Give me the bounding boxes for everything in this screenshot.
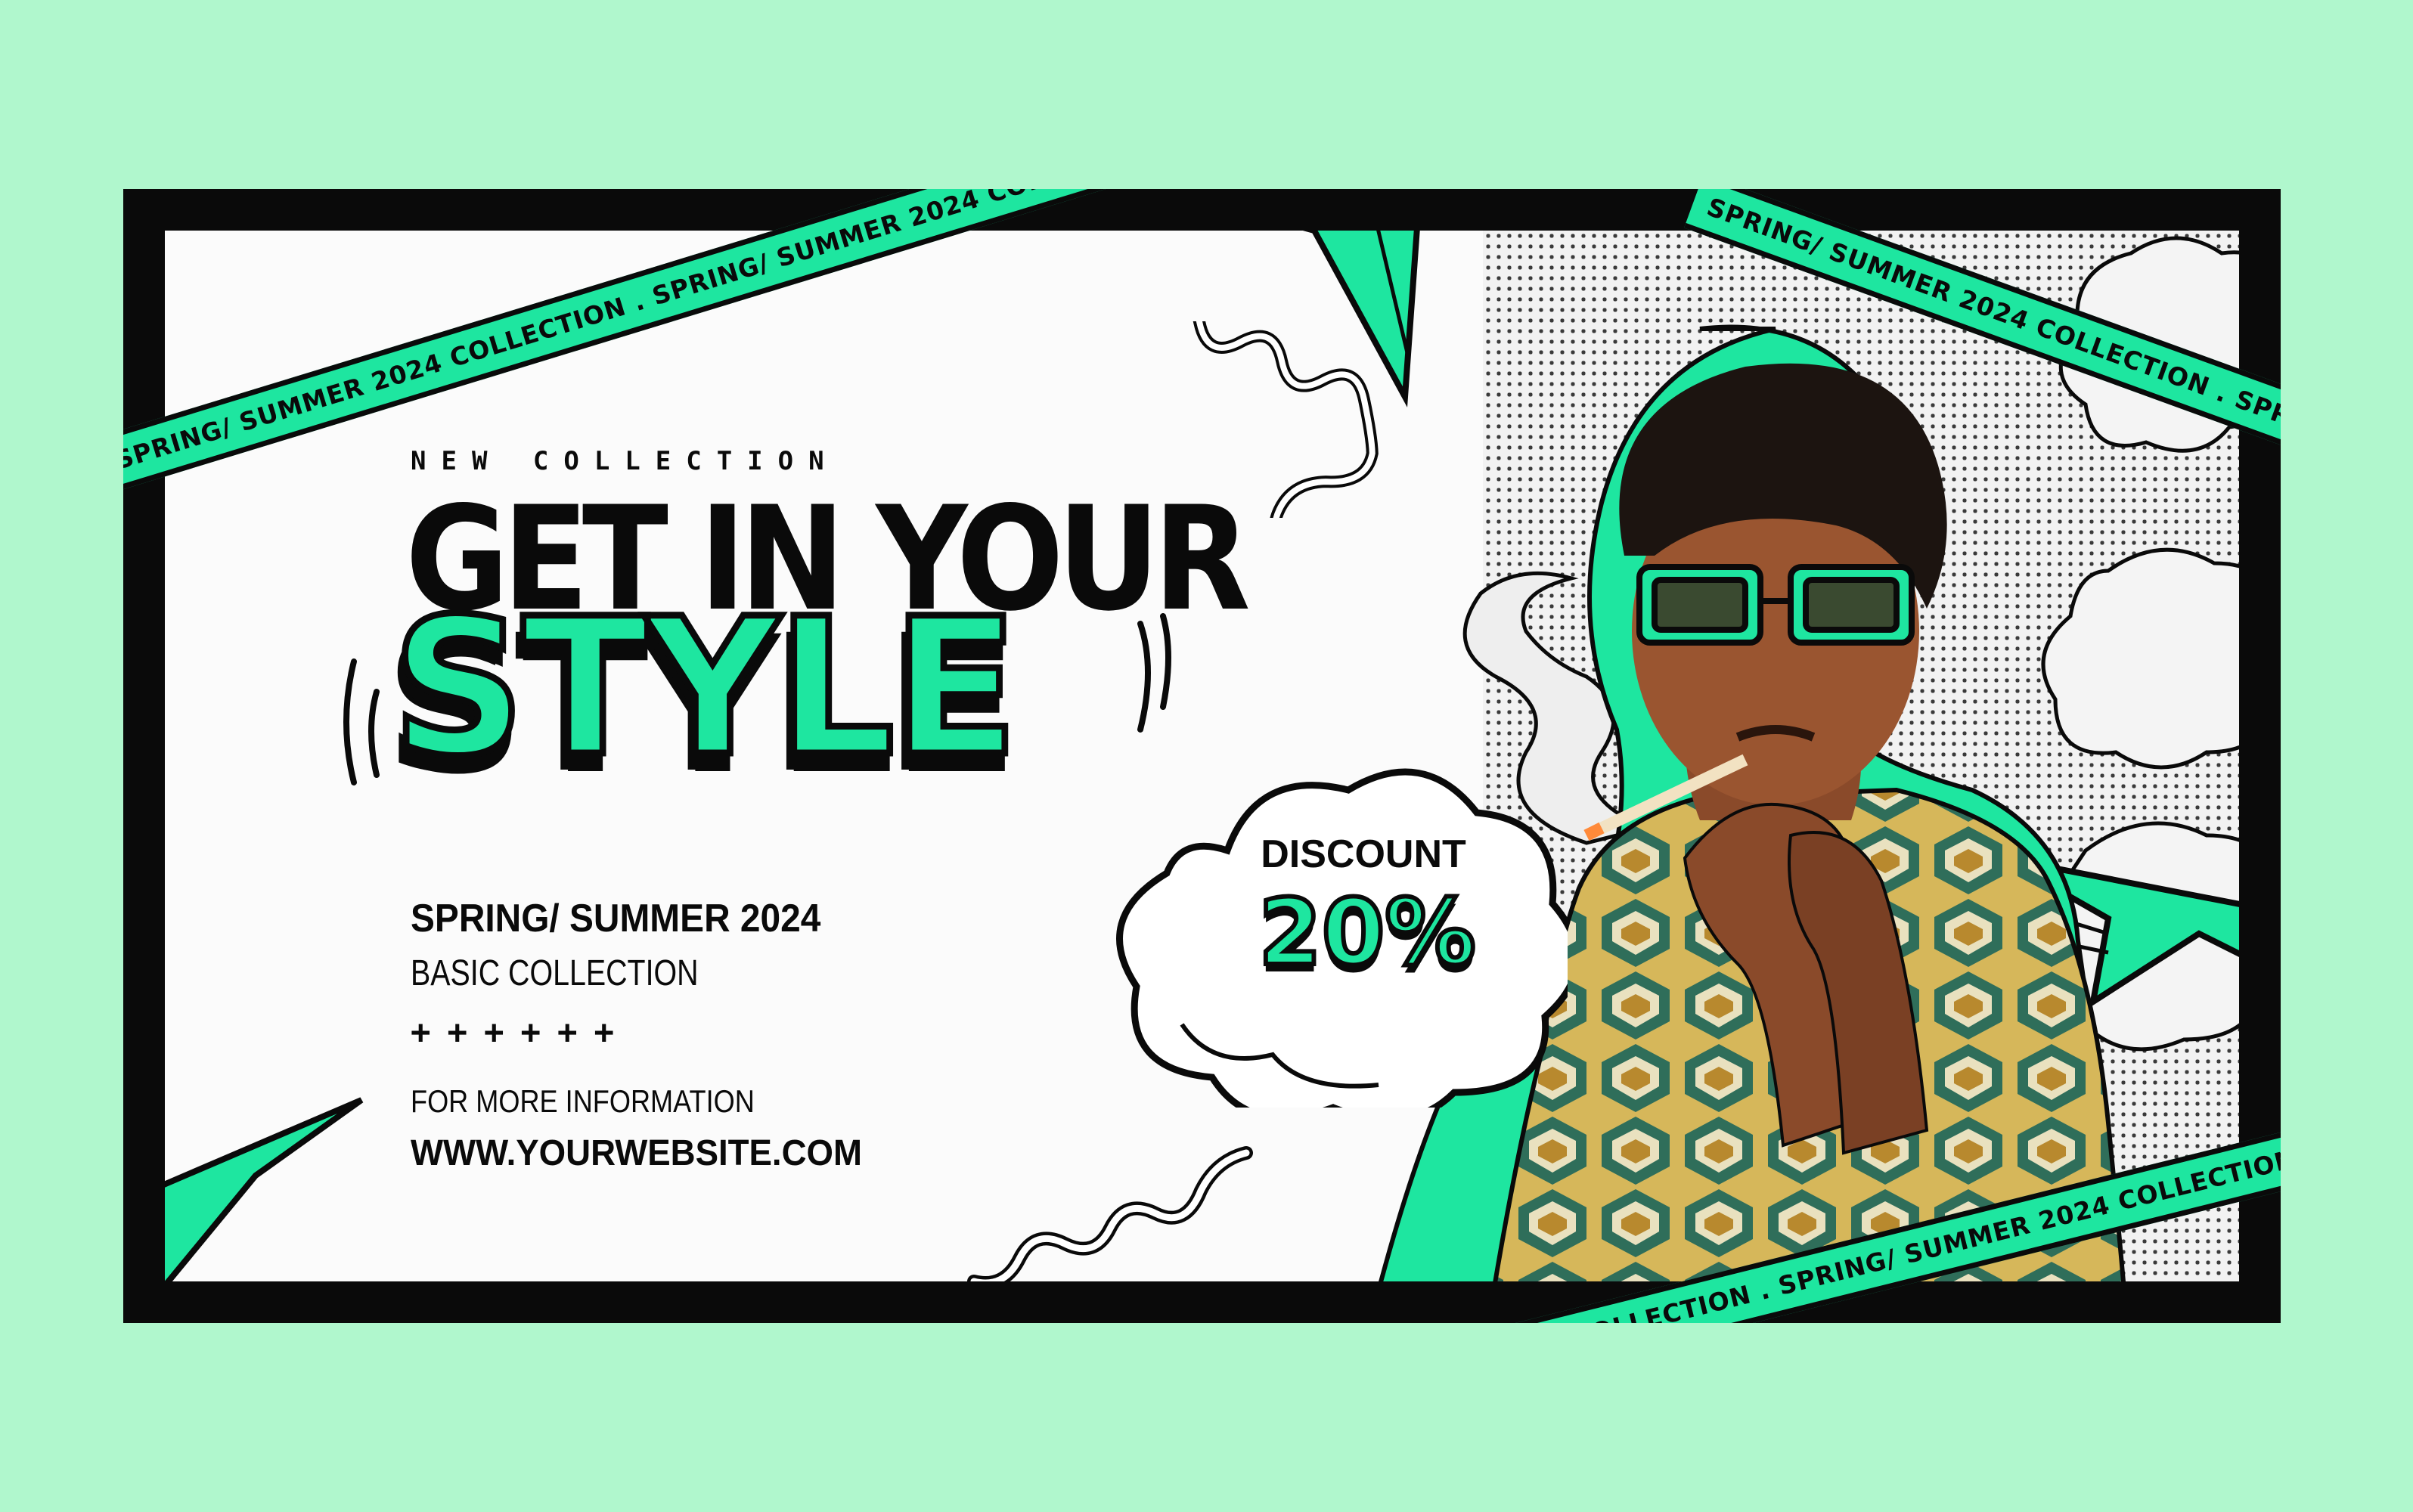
eyebrow-text: NEW COLLECTION — [411, 446, 839, 476]
promo-banner: DISCOUNT 20% NEW COLLECTION GET IN YOUR … — [123, 189, 2281, 1323]
collection-subtitle: BASIC COLLECTION — [411, 953, 699, 993]
discount-value: 20% — [1256, 878, 1478, 988]
discount-label: DISCOUNT — [1261, 832, 1466, 876]
accent-spike-left — [165, 1097, 364, 1281]
plus-divider: ++++++ — [411, 1013, 631, 1052]
season-title: SPRING/ SUMMER 2024 — [411, 897, 821, 940]
info-label: FOR MORE INFORMATION — [411, 1083, 755, 1119]
website-link[interactable]: WWW.YOURWEBSITE.COM — [411, 1132, 862, 1174]
squiggle-bottom — [967, 1146, 1253, 1281]
headline-highlight: STYLE — [389, 578, 1022, 798]
banner-canvas: DISCOUNT 20% NEW COLLECTION GET IN YOUR … — [165, 231, 2239, 1281]
motion-lines-left — [343, 658, 380, 785]
